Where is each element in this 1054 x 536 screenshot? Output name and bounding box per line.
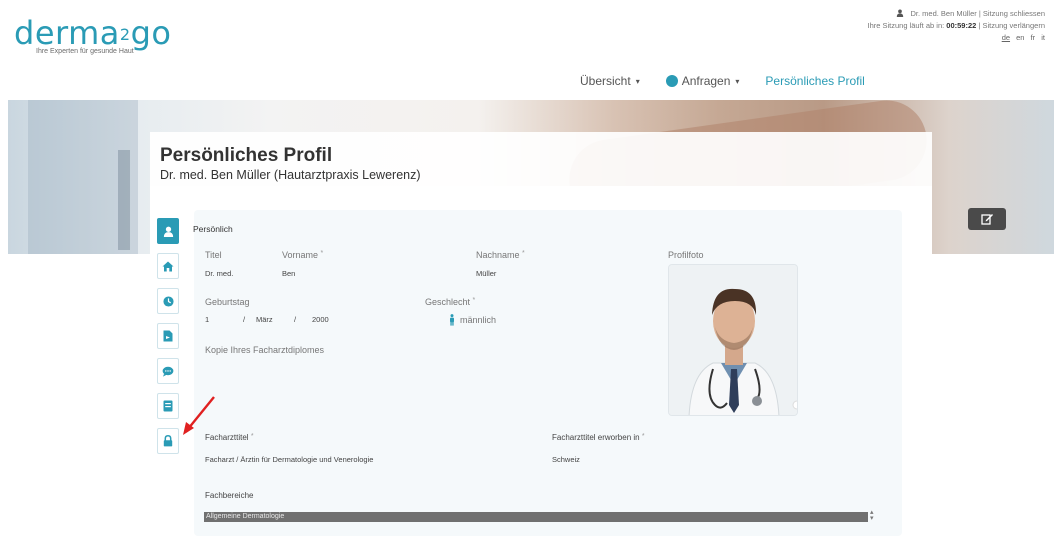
gender-value[interactable]: männlich [460,315,496,325]
tab-personal[interactable] [157,218,179,244]
birthday-month[interactable]: März [256,315,273,324]
firstname-value[interactable]: Ben [282,269,295,278]
caret-down-icon: ▾ [735,76,740,86]
title-label: Titel [205,250,222,260]
diploma-label: Kopie Ihres Facharztdiplomes [205,345,325,355]
tab-security[interactable] [157,428,179,454]
session-timer: 00:59:22 [946,21,977,30]
specialist-title-label: Facharzttitel * [205,433,254,442]
main-nav: Übersicht ▾ Anfragen ▾ Persönliches Prof… [580,74,891,88]
tab-documents[interactable] [157,323,179,349]
nav-profile-label: Persönliches Profil [765,74,865,88]
page-header: Persönliches Profil Dr. med. Ben Müller … [150,132,932,186]
lang-it[interactable]: it [1041,33,1045,42]
home-icon [162,261,174,271]
user-session-line[interactable]: Dr. med. Ben Müller | Sitzung schliessen [910,9,1045,18]
profile-card [150,186,932,536]
select-spinner-icon[interactable]: ▴ ▾ [870,509,874,522]
tab-messages[interactable] [157,358,179,384]
logo[interactable]: derma2go Ihre Experten für gesunde Haut [14,16,171,55]
nav-overview-label: Übersicht [580,74,631,88]
doctor-portrait [669,265,797,415]
specialist-title-value[interactable]: Facharzt / Ärztin für Dermatologie und V… [205,455,373,464]
lang-en[interactable]: en [1016,33,1024,42]
logo-text: derma2go [14,14,172,52]
date-separator: / [294,315,297,324]
fields-select[interactable]: Allgemeine Dermatologie [204,512,868,522]
lastname-value[interactable]: Müller [476,269,496,278]
header: derma2go Ihre Experten für gesunde Haut … [0,0,1054,100]
lock-icon [163,435,173,447]
book-icon [163,400,173,412]
edit-button[interactable] [968,208,1006,230]
lastname-label: Nachname * [476,250,525,260]
file-icon [163,330,173,342]
session-box: Dr. med. Ben Müller | Sitzung schliessen… [867,8,1045,44]
user-icon [897,9,904,17]
nav-requests[interactable]: Anfragen ▾ [665,74,740,88]
profile-photo[interactable] [668,264,798,416]
nav-profile[interactable]: Persönliches Profil [765,74,864,88]
nav-overview[interactable]: Übersicht ▾ [580,74,640,88]
clock-icon [162,295,174,307]
birthday-day[interactable]: 1 [205,315,209,324]
tab-practice[interactable] [157,253,179,279]
gender-label: Geschlecht * [425,297,476,307]
date-separator: / [243,315,246,324]
specialist-country-value[interactable]: Schweiz [552,455,580,464]
extend-session-link[interactable]: | Sitzung verlängern [978,21,1045,30]
status-dot-icon [665,75,678,87]
tab-availability[interactable] [157,288,179,314]
user-icon [163,226,173,237]
nav-requests-label: Anfragen [681,74,731,88]
section-personal-label: Persönlich [193,224,233,234]
lang-fr[interactable]: fr [1031,33,1036,42]
caret-down-icon: ▾ [635,76,640,86]
profile-sidebar [157,218,179,463]
timer-prefix: Ihre Sitzung läuft ab in: [867,21,945,30]
male-icon [450,314,454,326]
title-value[interactable]: Dr. med. [205,269,233,278]
page-title: Persönliches Profil [160,145,333,166]
birthday-label: Geburtstag [205,297,250,307]
language-switcher: de en fr it [867,32,1045,44]
firstname-label: Vorname * [282,250,324,260]
lang-de[interactable]: de [1002,33,1010,42]
chat-icon [162,366,174,377]
specialist-country-label: Facharzttitel erworben in * [552,433,645,442]
edit-icon [980,214,993,225]
birthday-year[interactable]: 2000 [312,315,329,324]
page-subtitle: Dr. med. Ben Müller (Hautarztpraxis Lewe… [160,168,421,182]
photo-label: Profilfoto [668,250,704,260]
tab-notes[interactable] [157,393,179,419]
annotation-arrow-icon [183,396,215,435]
fields-label: Fachbereiche [205,491,254,500]
